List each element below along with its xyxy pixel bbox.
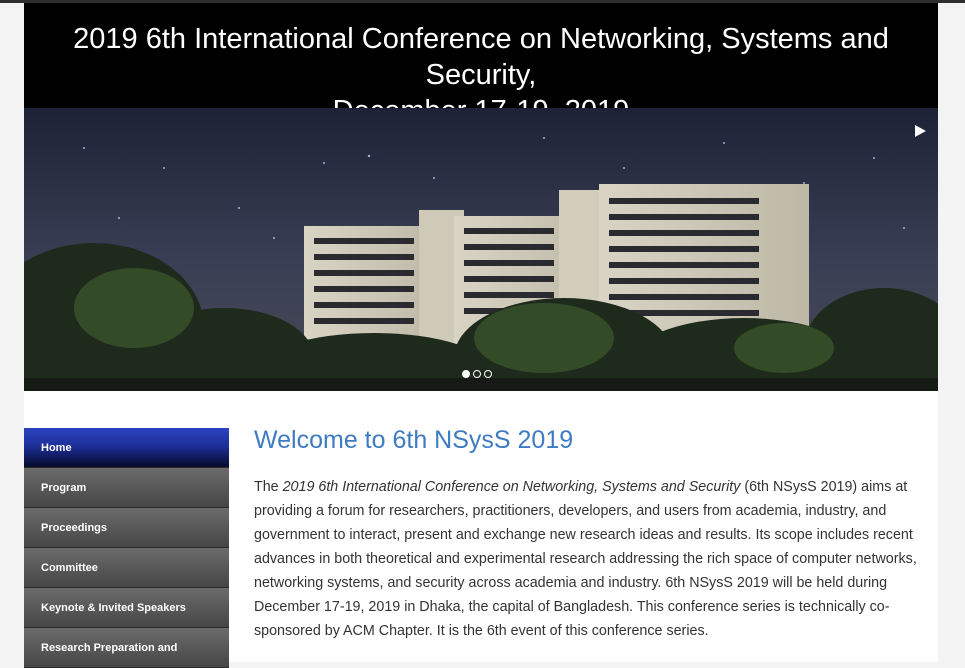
sidebar-item-label: Research Preparation and: [41, 641, 178, 654]
slide-dot-1[interactable]: [462, 370, 470, 378]
conference-name: 2019 6th International Conference on Net…: [282, 479, 741, 495]
sidebar-item-proceedings[interactable]: Proceedings: [24, 508, 229, 548]
sidebar-item-label: Home: [41, 441, 72, 454]
image-slider[interactable]: [24, 108, 938, 391]
play-icon[interactable]: [912, 123, 928, 139]
sidebar-item-home[interactable]: Home: [24, 428, 229, 468]
sidebar-item-label: Committee: [41, 561, 98, 574]
main-content: Welcome to 6th NSysS 2019 The 2019 6th I…: [254, 423, 924, 657]
building-night-photo: [24, 108, 938, 391]
sidebar-item-label: Program: [41, 481, 87, 494]
intro-lead: The: [254, 479, 283, 495]
sidebar-item-research-preparation[interactable]: Research Preparation and: [24, 628, 229, 668]
intro-paragraph: The 2019 6th International Conference on…: [254, 475, 924, 643]
header-title-line-1: 2019 6th International Conference on Net…: [73, 23, 889, 91]
sidebar-item-committee[interactable]: Committee: [24, 548, 229, 588]
page-title: Welcome to 6th NSysS 2019: [254, 426, 574, 454]
slide-indicators: [462, 370, 492, 378]
slide-dot-2[interactable]: [473, 370, 481, 378]
intro-text: (6th NSysS 2019) aims at providing a for…: [254, 479, 917, 639]
sidebar-item-label: Keynote & Invited Speakers: [41, 601, 186, 614]
sidebar-item-label: Proceedings: [41, 521, 108, 534]
sidebar-item-program[interactable]: Program: [24, 468, 229, 508]
sidebar-item-keynote-speakers[interactable]: Keynote & Invited Speakers: [24, 588, 229, 628]
page-container: 2019 6th International Conference on Net…: [24, 3, 938, 668]
slide-dot-3[interactable]: [484, 370, 492, 378]
site-header: 2019 6th International Conference on Net…: [24, 3, 938, 127]
sidebar-nav: Home Program Proceedings Committee Keyno…: [24, 428, 229, 668]
